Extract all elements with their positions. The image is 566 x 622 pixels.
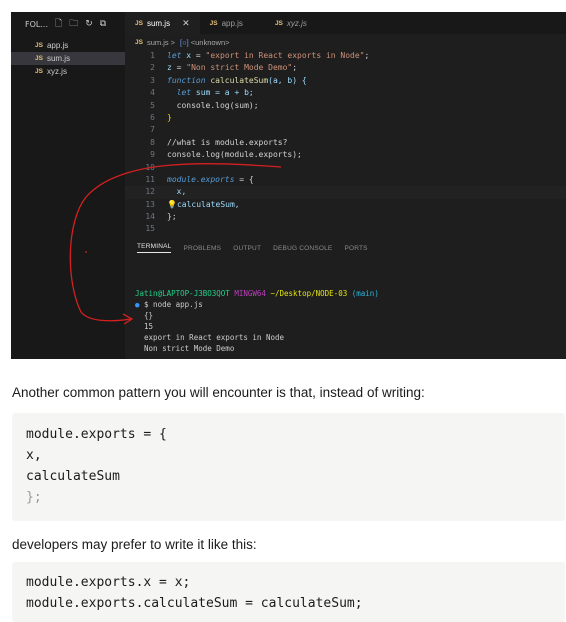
code-line: 15 bbox=[145, 224, 155, 234]
tab-sum[interactable]: JS sum.js ✕ bbox=[125, 12, 200, 34]
lightbulb-icon[interactable]: 💡 bbox=[167, 200, 177, 209]
code-line: 3 function calculateSum(a, b) { bbox=[150, 75, 307, 85]
terminal-output: export in React exports in Node bbox=[144, 333, 285, 342]
breadcrumb: JS sum.js > [○] <unknown> bbox=[125, 34, 566, 50]
code-line: }; bbox=[26, 490, 42, 505]
js-file-icon: JS bbox=[135, 19, 143, 27]
code-line: x, bbox=[26, 448, 42, 463]
code-line: 11 module.exports = { bbox=[145, 174, 254, 184]
code-line: 14}; bbox=[145, 212, 177, 222]
code-block: module.exports.x = x; module.exports.cal… bbox=[12, 562, 565, 622]
tab-output[interactable]: OUTPUT bbox=[233, 245, 261, 252]
code-line: module.exports = { bbox=[26, 427, 167, 442]
code-line: 6} bbox=[150, 112, 172, 122]
paragraph: Another common pattern you will encounte… bbox=[12, 385, 425, 400]
terminal-output: {} bbox=[144, 311, 154, 320]
explorer-file-xyz[interactable]: JS xyz.js bbox=[11, 65, 125, 78]
code-block: module.exports = { x, calculateSum }; bbox=[12, 413, 565, 521]
new-file-icon[interactable]: 🗋 bbox=[55, 16, 62, 32]
code-line: 1 let x = "export in React exports in Nod… bbox=[150, 51, 370, 60]
breadcrumb-file[interactable]: sum.js bbox=[147, 38, 169, 47]
explorer-header: FOL... 🗋 🗀 ↻ ⧉ bbox=[11, 12, 125, 36]
code-line: 13 💡calculateSum, bbox=[145, 199, 240, 209]
new-folder-icon[interactable]: 🗀 bbox=[69, 16, 78, 32]
code-line: 8//what is module.exports? bbox=[150, 137, 288, 147]
terminal-output: Non strict Mode Demo bbox=[144, 344, 235, 353]
code-line: 4 let sum = a + b; bbox=[150, 88, 254, 98]
tab-ports[interactable]: PORTS bbox=[344, 245, 367, 252]
js-file-icon: JS bbox=[35, 68, 43, 75]
code-line: 10 bbox=[145, 162, 155, 172]
js-file-icon: JS bbox=[135, 38, 143, 46]
code-editor[interactable]: 1 let x = "export in React exports in Nod… bbox=[125, 50, 566, 236]
code-line: module.exports.x = x; bbox=[26, 575, 191, 590]
terminal-output: 15 bbox=[144, 322, 154, 331]
code-line: 7 bbox=[150, 125, 155, 135]
js-file-icon: JS bbox=[209, 19, 218, 27]
editor-area: JS sum.js ✕ JS app.js JS xyz.js JS sum.js > … bbox=[125, 12, 566, 359]
js-file-icon: JS bbox=[35, 55, 43, 62]
paragraph: developers may prefer to write it like t… bbox=[12, 537, 257, 552]
tab-debug-console[interactable]: DEBUG CONSOLE bbox=[273, 245, 332, 252]
screenshot: FOL... 🗋 🗀 ↻ ⧉ JS app.js JS sum.js JS xyz.j… bbox=[11, 12, 566, 359]
explorer-sidebar: FOL... 🗋 🗀 ↻ ⧉ JS app.js JS sum.js JS xyz.j… bbox=[11, 12, 125, 359]
tab-label: xyz.js bbox=[286, 18, 307, 28]
terminal[interactable]: Jatin@LAPTOP-J3BO3QOT MINGW64 ~/Desktop/… bbox=[135, 288, 379, 354]
explorer-file-sum[interactable]: JS sum.js bbox=[11, 52, 125, 65]
tab-label: sum.js bbox=[146, 18, 171, 28]
close-icon[interactable]: ✕ bbox=[182, 18, 190, 29]
code-line: 12 x, bbox=[125, 186, 566, 199]
breadcrumb-symbol[interactable]: <unknown> bbox=[191, 38, 230, 47]
js-file-icon: JS bbox=[274, 19, 283, 27]
terminal-command: ● $ node app.js bbox=[135, 300, 203, 309]
tab-terminal[interactable]: TERMINAL bbox=[137, 243, 172, 253]
code-line: 5 console.log(sum); bbox=[150, 100, 259, 110]
refresh-icon[interactable]: ↻ bbox=[85, 19, 93, 29]
editor-tabs: JS sum.js ✕ JS app.js JS xyz.js bbox=[125, 12, 566, 34]
tab-label: app.js bbox=[221, 18, 243, 28]
code-line: module.exports.calculateSum = calculateS… bbox=[26, 596, 363, 611]
status-dot-icon: ● bbox=[135, 300, 140, 309]
tab-xyz[interactable]: JS xyz.js bbox=[253, 12, 347, 34]
terminal-prompt: Jatin@LAPTOP-J3BO3QOT MINGW64 ~/Desktop/… bbox=[135, 289, 379, 298]
explorer-file-app[interactable]: JS app.js bbox=[11, 39, 125, 52]
code-line: 2z = "Non strict Mode Demo"; bbox=[150, 63, 298, 73]
code-line: 9 console.log(module.exports); bbox=[150, 150, 302, 160]
tab-problems[interactable]: PROBLEMS bbox=[183, 245, 221, 252]
collapse-icon[interactable]: ⧉ bbox=[100, 19, 106, 29]
tab-app[interactable]: JS app.js bbox=[200, 12, 253, 34]
explorer-title: FOL... bbox=[25, 19, 48, 29]
file-name: app.js bbox=[46, 41, 69, 50]
breadcrumb-separator: > bbox=[170, 37, 176, 47]
js-file-icon: JS bbox=[35, 42, 43, 49]
file-name: xyz.js bbox=[46, 67, 67, 76]
symbol-icon: [○] bbox=[180, 37, 189, 47]
file-name: sum.js bbox=[46, 54, 71, 63]
panel-tabs: TERMINAL PROBLEMS OUTPUT DEBUG CONSOLE P… bbox=[125, 239, 566, 257]
code-line: calculateSum bbox=[26, 469, 120, 484]
